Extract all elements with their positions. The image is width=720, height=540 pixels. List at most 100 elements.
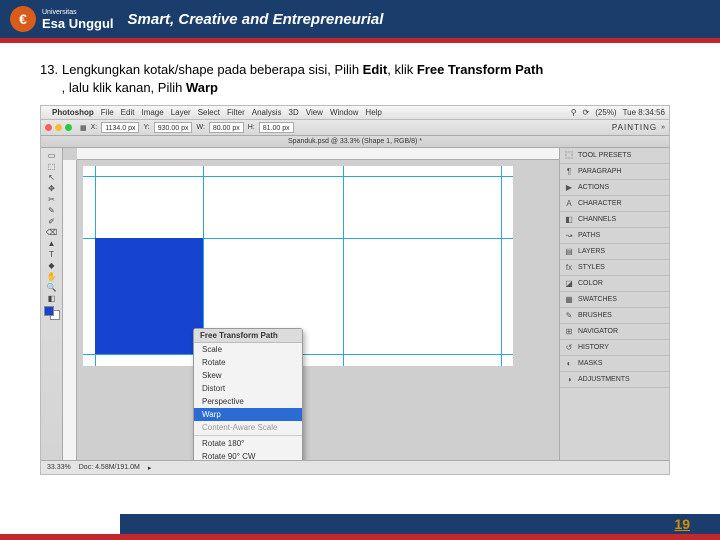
panel-icon: ◧ [564,215,574,225]
zoom-level[interactable]: 33.33% [47,464,71,471]
panel-styles[interactable]: fxSTYLES [560,260,669,276]
tool-2[interactable]: ↖ [43,172,61,182]
tagline: Smart, Creative and Entrepreneurial [128,11,384,28]
tool-1[interactable]: ⬚ [43,161,61,171]
panel-navigator[interactable]: ⊞ NAVIGATOR [560,324,669,340]
panel-character[interactable]: ACHARACTER [560,196,669,212]
tool-4[interactable]: ✂ [43,194,61,204]
ctx-scale[interactable]: Scale [194,343,302,356]
menu-window[interactable]: Window [330,108,358,117]
ctx-rotate-90-cw[interactable]: Rotate 90° CW [194,450,302,460]
tool-palette: ▭⬚↖✥✂✎✐⌫▲T◆✋🔍◧ [41,148,63,460]
tool-10[interactable]: ◆ [43,260,61,270]
workspace-label[interactable]: PAINTING [612,123,657,132]
clock: Tue 8:34:56 [623,108,665,117]
color-swatch[interactable] [44,306,60,320]
logo-icon: € [10,6,36,32]
panel-tool-presets[interactable]: ⿴TOOL PRESETS [560,148,669,164]
ctx-warp[interactable]: Warp [194,408,302,421]
tool-12[interactable]: 🔍 [43,282,61,292]
panel-label: CHARACTER [578,200,622,207]
panel-brushes[interactable]: ✎BRUSHES [560,308,669,324]
panel-adjustments[interactable]: ◑ADJUSTMENTS [560,372,669,388]
logo: € Universitas Esa Unggul [10,6,114,32]
tool-7[interactable]: ⌫ [43,227,61,237]
tool-3[interactable]: ✥ [43,183,61,193]
context-menu: Free Transform Path ScaleRotateSkewDisto… [193,328,303,460]
panel-icon: ⊞ [564,327,574,337]
menu-edit[interactable]: Edit [121,108,135,117]
guide[interactable] [343,166,344,366]
x-field[interactable]: 1134.0 px [101,122,139,133]
panel-icon: ◐ [564,359,574,369]
panel-history[interactable]: ↺ HISTORY [560,340,669,356]
document-title: Spanduk.psd @ 33.3% (Shape 1, RGB/8) * [41,136,669,148]
workspace: ▭⬚↖✥✂✎✐⌫▲T◆✋🔍◧ Free Transform Path Scale… [41,148,669,460]
tool-8[interactable]: ▲ [43,238,61,248]
menu-3d[interactable]: 3D [289,108,299,117]
menu-filter[interactable]: Filter [227,108,245,117]
panel-paths[interactable]: ↝PATHS [560,228,669,244]
tool-13[interactable]: ◧ [43,293,61,303]
w-field[interactable]: 80.00 px [209,122,244,133]
ctx-content-aware-scale: Content-Aware Scale [194,421,302,434]
panel-icon: ⿴ [564,151,574,161]
ctx-perspective[interactable]: Perspective [194,395,302,408]
menubar-right: ⚲ ⟳ (25%) Tue 8:34:56 [571,108,665,117]
sync-icon[interactable]: ⟳ [583,108,590,117]
guide[interactable] [501,166,502,366]
panel-label: LAYERS [578,248,605,255]
menu-select[interactable]: Select [198,108,220,117]
panel-layers[interactable]: ▤LAYERS [560,244,669,260]
panel-actions[interactable]: ▶ACTIONS [560,180,669,196]
grid-icon[interactable]: ▦ [80,124,87,132]
guide[interactable] [83,176,513,177]
menu-file[interactable]: File [101,108,114,117]
panel-label: SWATCHES [578,296,617,303]
chevron-right-icon[interactable]: ▸ [148,464,152,472]
footer-bar-red [0,534,720,540]
tool-9[interactable]: T [43,249,61,259]
shape-rect[interactable] [95,238,203,354]
ctx-distort[interactable]: Distort [194,382,302,395]
menu-layer[interactable]: Layer [171,108,191,117]
panel-icon: fx [564,263,574,273]
label-h: H: [248,124,255,131]
h-field[interactable]: 81.00 px [259,122,294,133]
ctx-skew[interactable]: Skew [194,369,302,382]
label-y: Y: [143,124,149,131]
chevron-icon[interactable]: » [661,124,665,131]
search-icon[interactable]: ⚲ [571,108,577,117]
panel-icon: ◑ [564,375,574,385]
panel-channels[interactable]: ◧CHANNELS [560,212,669,228]
menu-view[interactable]: View [306,108,323,117]
instr-bold: Edit [363,62,388,77]
instr-part: Lengkungkan kotak/shape pada beberapa si… [62,62,363,77]
panel-swatches[interactable]: ▦SWATCHES [560,292,669,308]
panel-paragraph[interactable]: ¶PARAGRAPH [560,164,669,180]
panel-masks[interactable]: ◐MASKS [560,356,669,372]
tool-6[interactable]: ✐ [43,216,61,226]
tool-0[interactable]: ▭ [43,150,61,160]
panel-label: HISTORY [578,344,609,351]
window-controls[interactable] [45,124,72,131]
ctx-rotate-180-[interactable]: Rotate 180° [194,437,302,450]
app-name[interactable]: Photoshop [52,108,94,117]
app-screenshot: Photoshop File Edit Image Layer Select Filter… [40,105,670,475]
ctx-rotate[interactable]: Rotate [194,356,302,369]
panel-color[interactable]: ◪COLOR [560,276,669,292]
canvas-area[interactable]: Free Transform Path ScaleRotateSkewDisto… [63,148,559,460]
doc-info: Doc: 4.58M/191.0M [79,464,140,471]
menu-image[interactable]: Image [141,108,163,117]
ruler-vertical[interactable] [63,160,77,460]
menu-help[interactable]: Help [365,108,381,117]
tool-5[interactable]: ✎ [43,205,61,215]
panel-icon: ↝ [564,231,574,241]
panel-label: NAVIGATOR [578,328,618,335]
tool-11[interactable]: ✋ [43,271,61,281]
menu-analysis[interactable]: Analysis [252,108,282,117]
ruler-horizontal[interactable] [77,148,559,160]
instruction-text: 13.Lengkungkan kotak/shape pada beberapa… [0,43,720,105]
y-field[interactable]: 930.00 px [154,122,193,133]
panel-icon: ↺ [564,343,574,353]
